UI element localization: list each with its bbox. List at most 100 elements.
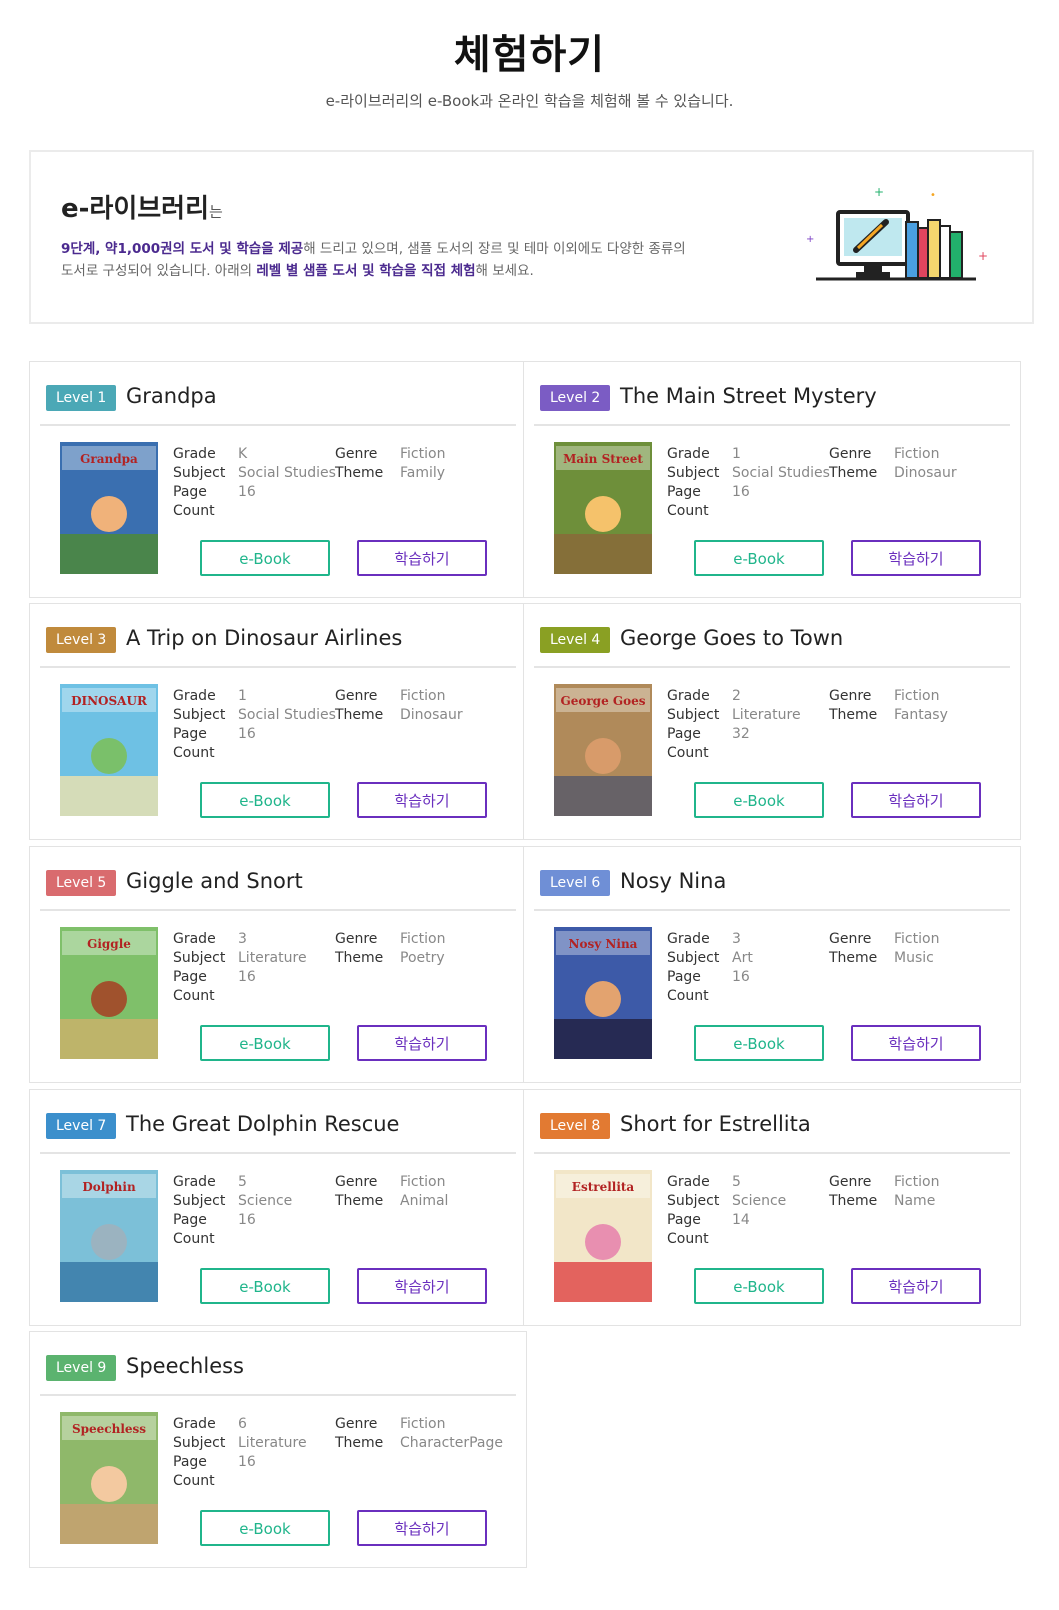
intro-text-1: 해 드리고 있으며, 샘플 도서의 장르 및 테마 이외에도 다양한 종류의 — [303, 241, 686, 257]
subject-label: Subject — [173, 950, 226, 966]
svg-text:+: + — [978, 249, 988, 263]
book-title[interactable]: Speechless — [126, 1354, 244, 1378]
book-title[interactable]: Giggle and Snort — [126, 869, 303, 893]
subject-value: Art — [732, 950, 753, 966]
cover-ground — [60, 1262, 158, 1302]
ebook-button[interactable]: e-Book — [694, 540, 824, 576]
grade-label: Grade — [667, 931, 710, 947]
grade-label: Grade — [173, 446, 216, 462]
count-label: Count — [173, 1473, 215, 1489]
study-button[interactable]: 학습하기 — [357, 782, 487, 818]
subject-label: Subject — [667, 465, 720, 481]
book-card: Level 4 George Goes to Town George Goes … — [523, 603, 1021, 840]
grade-value: 3 — [732, 931, 741, 947]
book-card: Level 9 Speechless Speechless Grade 6 Su… — [29, 1331, 527, 1568]
study-button[interactable]: 학습하기 — [851, 1025, 981, 1061]
subject-value: Social Studies — [238, 465, 336, 481]
count-label: Count — [667, 988, 709, 1004]
cover-title-text: Speechless — [72, 1422, 146, 1436]
theme-label: Theme — [335, 950, 384, 966]
book-card: Level 6 Nosy Nina Nosy Nina Grade 3 Subj… — [523, 846, 1021, 1083]
book-title[interactable]: A Trip on Dinosaur Airlines — [126, 626, 402, 650]
study-button[interactable]: 학습하기 — [357, 1268, 487, 1304]
grade-label: Grade — [173, 1174, 216, 1190]
page-label: Page — [173, 726, 207, 742]
grade-value: 2 — [732, 688, 741, 704]
book-title[interactable]: Nosy Nina — [620, 869, 726, 893]
cover-figure — [585, 738, 621, 774]
book-cover-image[interactable]: Nosy Nina — [554, 927, 652, 1059]
count-label: Count — [667, 503, 709, 519]
genre-value: Fiction — [894, 931, 940, 947]
ebook-button[interactable]: e-Book — [694, 782, 824, 818]
book-title[interactable]: George Goes to Town — [620, 626, 843, 650]
subject-label: Subject — [667, 1193, 720, 1209]
cover-figure — [91, 496, 127, 532]
study-button[interactable]: 학습하기 — [851, 1268, 981, 1304]
ebook-button[interactable]: e-Book — [200, 782, 330, 818]
page-label: Page — [667, 969, 701, 985]
intro-heading-suffix: 는 — [209, 203, 223, 221]
book-cover-image[interactable]: DINOSAUR — [60, 684, 158, 816]
book-cover-image[interactable]: Grandpa — [60, 442, 158, 574]
theme-label: Theme — [335, 707, 384, 723]
page-label: Page — [667, 726, 701, 742]
theme-value: Name — [894, 1193, 936, 1209]
theme-label: Theme — [829, 465, 878, 481]
study-button[interactable]: 학습하기 — [851, 782, 981, 818]
cover-title-text: DINOSAUR — [71, 694, 148, 708]
grade-label: Grade — [173, 1416, 216, 1432]
genre-value: Fiction — [400, 688, 446, 704]
book-cover-image[interactable]: Giggle — [60, 927, 158, 1059]
genre-value: Fiction — [894, 1174, 940, 1190]
theme-label: Theme — [335, 465, 384, 481]
theme-value: CharacterPage — [400, 1435, 504, 1451]
page-title: 체험하기 — [453, 32, 606, 78]
ebook-button[interactable]: e-Book — [200, 1268, 330, 1304]
ebook-button[interactable]: e-Book — [200, 1025, 330, 1061]
count-label: Count — [173, 988, 215, 1004]
book-cover-image[interactable]: Dolphin — [60, 1170, 158, 1302]
cover-ground — [554, 1262, 652, 1302]
page-label: Page — [173, 1454, 207, 1470]
book-title[interactable]: Short for Estrellita — [620, 1112, 811, 1136]
study-button[interactable]: 학습하기 — [851, 540, 981, 576]
intro-highlight-1: 9단계, 약1,000권의 도서 및 학습을 제공 — [61, 241, 304, 257]
level-badge: Level 3 — [46, 627, 117, 653]
book-cover-image[interactable]: Speechless — [60, 1412, 158, 1544]
cover-ground — [60, 1504, 158, 1544]
book-cover-image[interactable]: George Goes — [554, 684, 652, 816]
level-badge: Level 8 — [540, 1113, 611, 1139]
book-card: Level 7 The Great Dolphin Rescue Dolphin… — [29, 1089, 527, 1326]
theme-value: Dinosaur — [894, 465, 957, 481]
genre-label: Genre — [335, 688, 378, 704]
subject-value: Literature — [732, 707, 801, 723]
count-label: Count — [667, 1231, 709, 1247]
book-card: Level 2 The Main Street Mystery Main Str… — [523, 361, 1021, 598]
book-title[interactable]: Grandpa — [126, 384, 217, 408]
study-button[interactable]: 학습하기 — [357, 540, 487, 576]
level-badge: Level 2 — [540, 385, 611, 411]
cover-ground — [60, 1019, 158, 1059]
study-button[interactable]: 학습하기 — [357, 1025, 487, 1061]
intro-description: 9단계, 약1,000권의 도서 및 학습을 제공해 드리고 있으며, 샘플 도… — [61, 238, 781, 282]
cover-ground — [554, 534, 652, 574]
level-badge: Level 4 — [540, 627, 611, 653]
ebook-button[interactable]: e-Book — [694, 1268, 824, 1304]
book-title[interactable]: The Main Street Mystery — [620, 384, 877, 408]
page-label: Page — [173, 484, 207, 500]
subject-value: Social Studies — [732, 465, 830, 481]
genre-label: Genre — [335, 446, 378, 462]
ebook-button[interactable]: e-Book — [694, 1025, 824, 1061]
intro-text-2: 도서로 구성되어 있습니다. 아래의 — [61, 263, 257, 279]
book-cover-image[interactable]: Estrellita — [554, 1170, 652, 1302]
grade-value: 3 — [238, 931, 247, 947]
study-button[interactable]: 학습하기 — [357, 1510, 487, 1546]
genre-label: Genre — [335, 1174, 378, 1190]
book-cover-image[interactable]: Main Street — [554, 442, 652, 574]
ebook-button[interactable]: e-Book — [200, 1510, 330, 1546]
page-count-value: 16 — [238, 1212, 256, 1228]
page-count-value: 32 — [732, 726, 750, 742]
ebook-button[interactable]: e-Book — [200, 540, 330, 576]
book-title[interactable]: The Great Dolphin Rescue — [126, 1112, 399, 1136]
